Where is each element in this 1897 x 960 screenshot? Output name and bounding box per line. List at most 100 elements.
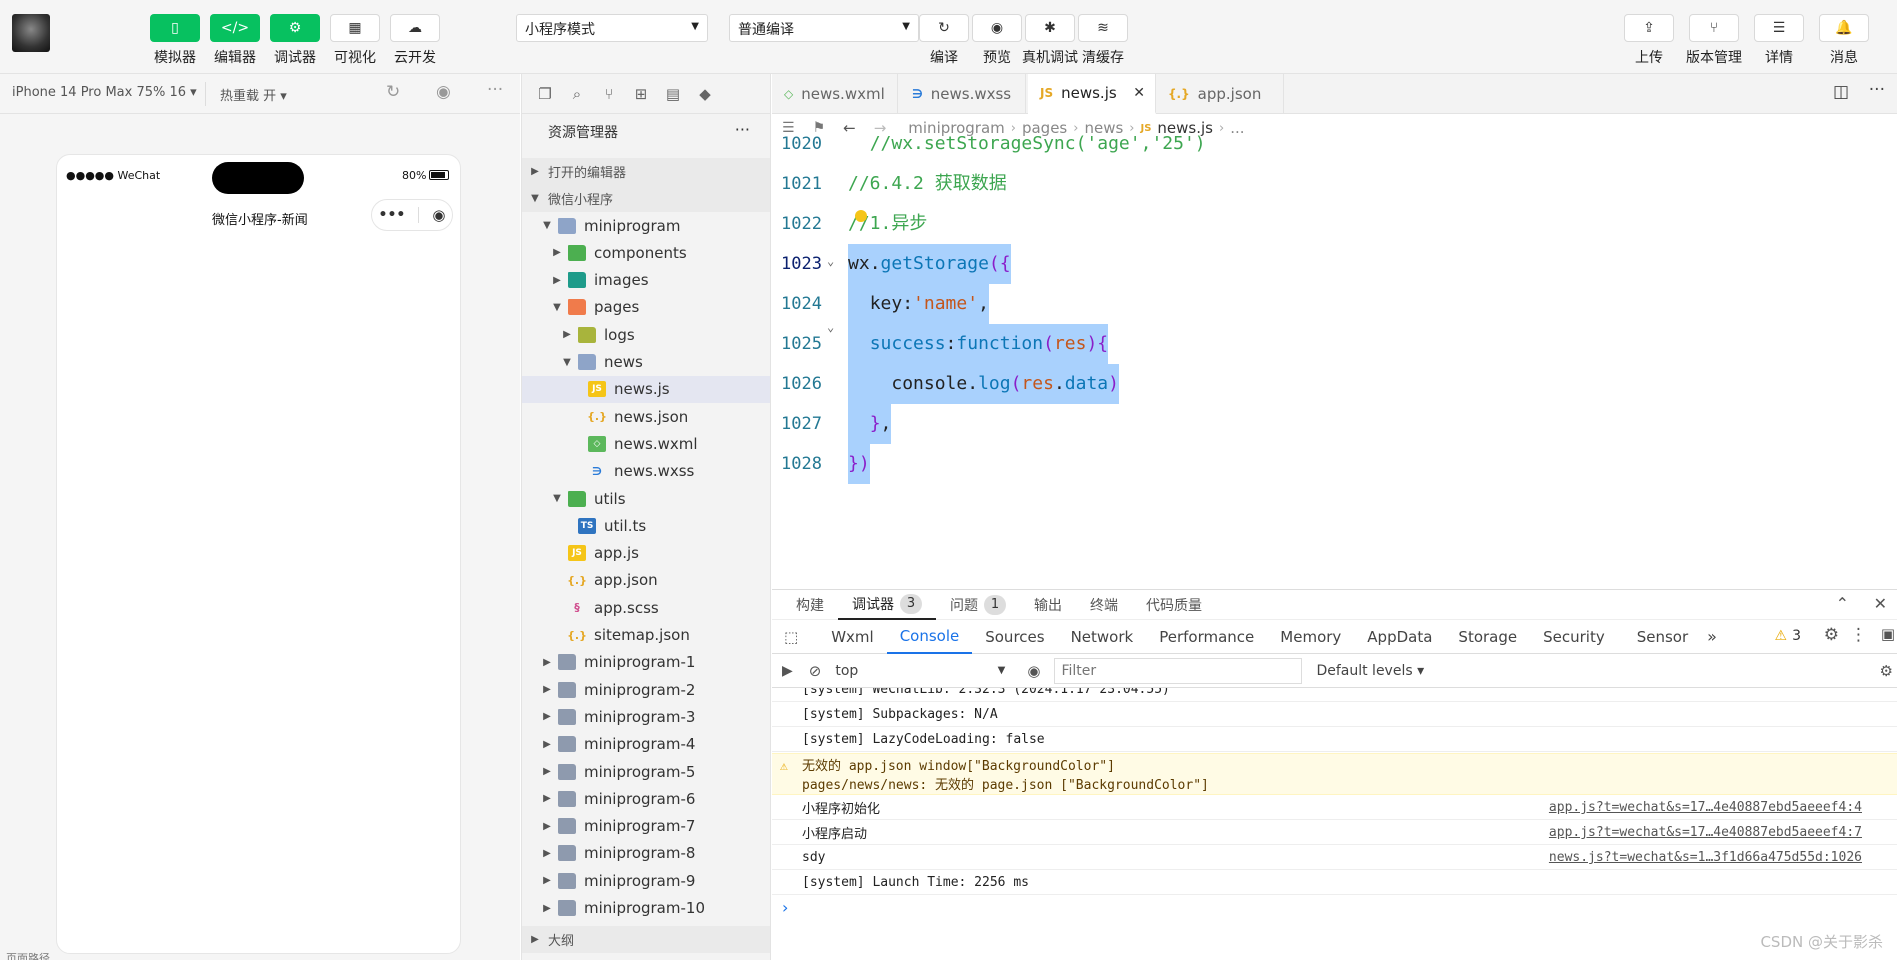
toolbar-branch-group[interactable]: ⑂ 版本管理 bbox=[1684, 14, 1744, 67]
tree-item[interactable]: ▼ utils bbox=[522, 485, 770, 512]
open-editors-section[interactable]: ▶ 打开的编辑器 bbox=[522, 158, 770, 185]
devtools-tab-appdata[interactable]: AppData bbox=[1354, 620, 1445, 654]
tree-item[interactable]: ▶ miniprogram-9 bbox=[522, 867, 770, 894]
filter-input[interactable] bbox=[1054, 657, 1303, 684]
menu-icon[interactable]: ☰ bbox=[1754, 14, 1804, 42]
devtools-tab-memory[interactable]: Memory bbox=[1267, 620, 1354, 654]
mode-select[interactable]: 小程序模式 ▼ bbox=[516, 14, 708, 42]
tree-item[interactable]: ▼ pages bbox=[522, 294, 770, 321]
tree-item[interactable]: {.} sitemap.json bbox=[522, 622, 770, 649]
eye-icon[interactable]: ◉ bbox=[1027, 662, 1040, 680]
files-icon[interactable]: ❐ bbox=[534, 83, 556, 105]
inspect-icon[interactable]: ⬚ bbox=[784, 628, 798, 646]
devtools-tab-security[interactable]: Security bbox=[1530, 620, 1618, 654]
tree-item[interactable]: {.} app.json bbox=[522, 567, 770, 594]
split-editor-icon[interactable]: ◫ bbox=[1833, 82, 1849, 102]
tree-item[interactable]: ▶ images bbox=[522, 267, 770, 294]
layers-icon[interactable]: ≋ bbox=[1078, 14, 1128, 42]
code-line[interactable]: 1027 }, bbox=[772, 404, 1872, 444]
toolbar-sliders-group[interactable]: ⚙ 调试器 bbox=[265, 14, 325, 67]
layout-icon[interactable]: ▦ bbox=[330, 14, 380, 42]
toolbar-refresh-group[interactable]: ↻ 编译 bbox=[914, 14, 974, 67]
devtools-tab-sources[interactable]: Sources bbox=[972, 620, 1057, 654]
stop-icon[interactable]: ◉ bbox=[436, 82, 451, 102]
phone-icon[interactable]: ▯ bbox=[150, 14, 200, 42]
code-line[interactable]: 1028}) bbox=[772, 444, 1872, 484]
tree-item[interactable]: JS news.js bbox=[522, 375, 770, 403]
code-line[interactable]: 1021 //6.4.2 获取数据 bbox=[772, 164, 1872, 204]
more-dots-icon[interactable]: ••• bbox=[379, 207, 406, 223]
code-line[interactable]: 1024 key:'name', bbox=[772, 284, 1872, 324]
devtools-tab-console[interactable]: Console bbox=[886, 620, 973, 654]
toolbar-upload-group[interactable]: ⇪ 上传 bbox=[1619, 14, 1679, 67]
tree-item[interactable]: ▶ miniprogram-4 bbox=[522, 731, 770, 758]
toolbar-bug-group[interactable]: ✱ 真机调试 bbox=[1020, 14, 1080, 67]
bug-icon[interactable]: ✱ bbox=[1025, 14, 1075, 42]
devtools-tab-performance[interactable]: Performance bbox=[1146, 620, 1267, 654]
collapse-icon[interactable]: ⌃ bbox=[1836, 594, 1849, 613]
devtools-tab-storage[interactable]: Storage bbox=[1445, 620, 1530, 654]
more-tabs-icon[interactable]: » bbox=[1707, 627, 1717, 646]
search-icon[interactable]: ⌕ bbox=[566, 83, 588, 105]
tree-item[interactable]: TS util.ts bbox=[522, 512, 770, 539]
debug-tab[interactable]: 输出 bbox=[1020, 590, 1076, 620]
toolbar-layout-group[interactable]: ▦ 可视化 bbox=[325, 14, 385, 67]
tab-app-json[interactable]: {.} app.json bbox=[1156, 74, 1284, 114]
debug-tab[interactable]: 问题 1 bbox=[936, 590, 1020, 620]
gear-icon[interactable]: ⚙ bbox=[1880, 662, 1893, 680]
bucket-icon[interactable]: ◆ bbox=[694, 83, 716, 105]
toolbar-bell-group[interactable]: 🔔 消息 bbox=[1814, 14, 1874, 67]
tree-item[interactable]: ▶ miniprogram-5 bbox=[522, 758, 770, 785]
close-icon[interactable]: ✕ bbox=[1874, 594, 1887, 613]
fold-icon[interactable]: ⌄ bbox=[827, 254, 834, 268]
sliders-icon[interactable]: ⚙ bbox=[270, 14, 320, 42]
tree-item[interactable]: ▶ miniprogram-1 bbox=[522, 649, 770, 676]
tab-news-wxss[interactable]: ∋ news.wxss bbox=[900, 74, 1026, 114]
cloud-icon[interactable]: ☁ bbox=[390, 14, 440, 42]
sidebar-toggle-icon[interactable]: ▶ bbox=[782, 663, 793, 679]
tree-item[interactable]: ▶ miniprogram-6 bbox=[522, 785, 770, 812]
project-section[interactable]: ▼ 微信小程序 bbox=[522, 185, 770, 212]
devtools-tab-network[interactable]: Network bbox=[1058, 620, 1147, 654]
extensions-icon[interactable]: ⊞ bbox=[630, 83, 652, 105]
refresh-icon[interactable]: ↻ bbox=[386, 82, 400, 102]
tree-item[interactable]: {.} news.json bbox=[522, 403, 770, 430]
tree-item[interactable]: ∋ news.wxss bbox=[522, 458, 770, 485]
tree-item[interactable]: ▶ components bbox=[522, 239, 770, 266]
toolbar-cloud-group[interactable]: ☁ 云开发 bbox=[385, 14, 445, 67]
code-line[interactable]: 1023 wx.getStorage({ bbox=[772, 244, 1872, 284]
tree-item[interactable]: ◇ news.wxml bbox=[522, 430, 770, 457]
tree-item[interactable]: ▶ miniprogram-8 bbox=[522, 840, 770, 867]
clear-icon[interactable]: ⊘ bbox=[809, 662, 822, 680]
toolbar-eye-group[interactable]: ◉ 预览 bbox=[967, 14, 1027, 67]
compile-select[interactable]: 普通编译 ▼ bbox=[729, 14, 919, 42]
toolbar-phone-group[interactable]: ▯ 模拟器 bbox=[145, 14, 205, 67]
console-prompt[interactable]: › bbox=[782, 898, 788, 917]
hot-reload-toggle[interactable]: 热重载 开 ▾ bbox=[220, 85, 287, 104]
debug-tab[interactable]: 代码质量 bbox=[1132, 590, 1216, 620]
dock-icon[interactable]: ▣ bbox=[1881, 625, 1895, 643]
branch-icon[interactable]: ⑂ bbox=[1689, 14, 1739, 42]
tab-news-js[interactable]: JS news.js ✕ bbox=[1028, 74, 1156, 114]
context-select[interactable]: top ▼ bbox=[835, 663, 1005, 679]
code-line[interactable]: 1025 success:function(res){ bbox=[772, 324, 1872, 364]
code-line[interactable]: 1026 console.log(res.data) bbox=[772, 364, 1872, 404]
image-icon[interactable]: ▤ bbox=[662, 83, 684, 105]
tree-item[interactable]: ▶ miniprogram-10 bbox=[522, 895, 770, 922]
tree-item[interactable]: ▼ news bbox=[522, 349, 770, 376]
lightbulb-icon[interactable] bbox=[855, 210, 867, 222]
warning-icon[interactable]: ⚠ bbox=[1774, 628, 1787, 644]
toolbar-layers-group[interactable]: ≋ 清缓存 bbox=[1073, 14, 1133, 67]
debug-tab[interactable]: 终端 bbox=[1076, 590, 1132, 620]
debug-tab[interactable]: 调试器 3 bbox=[838, 590, 936, 620]
close-icon[interactable]: ✕ bbox=[1133, 85, 1145, 101]
devtools-tab-sensor[interactable]: Sensor bbox=[1624, 620, 1701, 654]
code-line[interactable]: 1022//1.异步 bbox=[772, 204, 1872, 244]
toolbar-code-group[interactable]: </> 编辑器 bbox=[205, 14, 265, 67]
code-icon[interactable]: </> bbox=[210, 14, 260, 42]
log-source-link[interactable]: news.js?t=wechat&s=1…3f1d66a475d55d:1026 bbox=[1549, 850, 1862, 865]
refresh-icon[interactable]: ↻ bbox=[919, 14, 969, 42]
more-icon[interactable]: ··· bbox=[487, 80, 503, 100]
code-editor[interactable]: 1020 //wx.setStorageSync('age','25') 1021… bbox=[772, 133, 1897, 589]
log-source-link[interactable]: app.js?t=wechat&s=17…4e40887ebd5aeeef4:7 bbox=[1549, 825, 1862, 840]
